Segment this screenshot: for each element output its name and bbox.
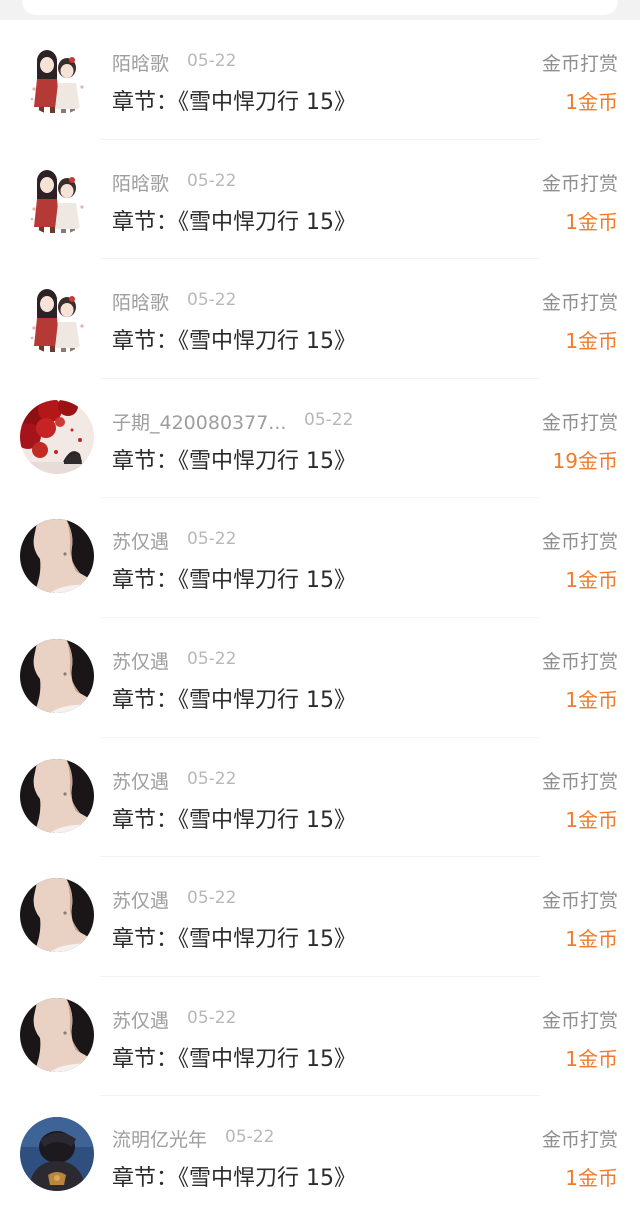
user-name[interactable]: 苏仅遇 bbox=[112, 647, 169, 674]
reward-amount: 1金币 bbox=[565, 209, 618, 234]
neck-portrait-avatar[interactable] bbox=[20, 997, 94, 1072]
chapter-title: 章节：《雪中悍刀行 15》 bbox=[112, 1166, 356, 1192]
reward-date: 05-22 bbox=[187, 170, 237, 191]
reward-type: 金币打赏 bbox=[541, 292, 618, 315]
reward-row[interactable]: 子期_420080377... 05-22 章节：《雪中悍刀行 15》 金币打赏… bbox=[0, 379, 640, 499]
reward-row[interactable]: 陌晗歌 05-22 章节：《雪中悍刀行 15》 金币打赏 1金币 bbox=[0, 140, 640, 260]
neck-portrait-avatar[interactable] bbox=[20, 638, 94, 713]
user-name[interactable]: 苏仅遇 bbox=[112, 1006, 169, 1033]
reward-amount: 19金币 bbox=[552, 448, 618, 473]
reward-row[interactable]: 苏仅遇 05-22 章节：《雪中悍刀行 15》 金币打赏 1金币 bbox=[0, 977, 640, 1097]
reward-amount: 1金币 bbox=[565, 329, 618, 354]
chapter-title: 章节：《雪中悍刀行 15》 bbox=[112, 807, 356, 833]
user-name[interactable]: 子期_420080377... bbox=[112, 408, 286, 435]
reward-amount: 1金币 bbox=[565, 1166, 618, 1191]
reward-date: 05-22 bbox=[187, 648, 237, 669]
reward-row[interactable]: 苏仅遇 05-22 章节：《雪中悍刀行 15》 金币打赏 1金币 bbox=[0, 498, 640, 618]
reward-amount: 1金币 bbox=[565, 90, 618, 114]
reward-type: 金币打赏 bbox=[541, 1129, 618, 1152]
reward-date: 05-22 bbox=[225, 1127, 275, 1148]
chapter-title: 章节：《雪中悍刀行 15》 bbox=[112, 90, 356, 115]
reward-row[interactable]: 苏仅遇 05-22 章节：《雪中悍刀行 15》 金币打赏 1金币 bbox=[0, 618, 640, 738]
reward-amount: 1金币 bbox=[565, 807, 618, 832]
red-blossom-avatar[interactable] bbox=[20, 399, 94, 474]
reward-date: 05-22 bbox=[304, 409, 354, 430]
anime-couple-avatar[interactable] bbox=[20, 160, 94, 235]
chapter-title: 章节：《雪中悍刀行 15》 bbox=[112, 927, 356, 953]
reward-type: 金币打赏 bbox=[541, 770, 618, 793]
chapter-title: 章节：《雪中悍刀行 15》 bbox=[112, 687, 356, 713]
neck-portrait-avatar[interactable] bbox=[20, 878, 94, 953]
reward-date: 05-22 bbox=[187, 51, 237, 71]
reward-date: 05-22 bbox=[187, 1007, 237, 1028]
reward-row[interactable]: 陌晗歌 05-22 章节：《雪中悍刀行 15》 金币打赏 1金币 bbox=[0, 20, 640, 140]
reward-amount: 1金币 bbox=[565, 927, 618, 952]
chapter-title: 章节：《雪中悍刀行 15》 bbox=[112, 329, 356, 355]
chapter-title: 章节：《雪中悍刀行 15》 bbox=[112, 1046, 356, 1072]
anime-couple-avatar[interactable] bbox=[20, 280, 94, 355]
reward-date: 05-22 bbox=[187, 888, 237, 909]
reward-row[interactable]: 流明亿光年 05-22 章节：《雪中悍刀行 15》 金币打赏 1金币 bbox=[0, 1096, 640, 1216]
reward-date: 05-22 bbox=[187, 290, 237, 311]
chapter-title: 章节：《雪中悍刀行 15》 bbox=[112, 209, 356, 235]
reward-amount: 1金币 bbox=[565, 1046, 618, 1071]
anime-couple-avatar[interactable] bbox=[20, 41, 94, 115]
user-name[interactable]: 陌晗歌 bbox=[112, 169, 169, 196]
reward-type: 金币打赏 bbox=[541, 172, 618, 195]
reward-row[interactable]: 苏仅遇 05-22 章节：《雪中悍刀行 15》 金币打赏 1金币 bbox=[0, 738, 640, 858]
reward-date: 05-22 bbox=[187, 529, 237, 550]
reward-row[interactable]: 陌晗歌 05-22 章节：《雪中悍刀行 15》 金币打赏 1金币 bbox=[0, 259, 640, 379]
chapter-title: 章节：《雪中悍刀行 15》 bbox=[112, 568, 356, 594]
user-name[interactable]: 流明亿光年 bbox=[112, 1125, 207, 1152]
reward-type: 金币打赏 bbox=[541, 53, 618, 75]
reward-type: 金币打赏 bbox=[541, 890, 618, 913]
reward-row[interactable]: 苏仅遇 05-22 章节：《雪中悍刀行 15》 金币打赏 1金币 bbox=[0, 857, 640, 977]
user-name[interactable]: 陌晗歌 bbox=[112, 49, 169, 76]
user-name[interactable]: 苏仅遇 bbox=[112, 886, 169, 913]
top-divider bbox=[0, 0, 640, 20]
reward-type: 金币打赏 bbox=[541, 531, 618, 554]
reward-date: 05-22 bbox=[187, 768, 237, 789]
reward-type: 金币打赏 bbox=[541, 650, 618, 673]
user-name[interactable]: 陌晗歌 bbox=[112, 288, 169, 315]
user-name[interactable]: 苏仅遇 bbox=[112, 767, 169, 794]
neck-portrait-avatar[interactable] bbox=[20, 519, 94, 594]
chapter-title: 章节：《雪中悍刀行 15》 bbox=[112, 448, 356, 474]
reward-type: 金币打赏 bbox=[541, 1009, 618, 1032]
reward-type: 金币打赏 bbox=[541, 411, 618, 434]
reward-list: 陌晗歌 05-22 章节：《雪中悍刀行 15》 金币打赏 1金币 陌晗歌 05-… bbox=[0, 20, 640, 1216]
reward-list-page: 陌晗歌 05-22 章节：《雪中悍刀行 15》 金币打赏 1金币 陌晗歌 05-… bbox=[0, 0, 640, 1230]
neck-portrait-avatar[interactable] bbox=[20, 758, 94, 833]
dark-blue-figure-avatar[interactable] bbox=[20, 1117, 94, 1192]
reward-amount: 1金币 bbox=[565, 687, 618, 712]
user-name[interactable]: 苏仅遇 bbox=[112, 527, 169, 554]
reward-amount: 1金币 bbox=[565, 568, 618, 593]
